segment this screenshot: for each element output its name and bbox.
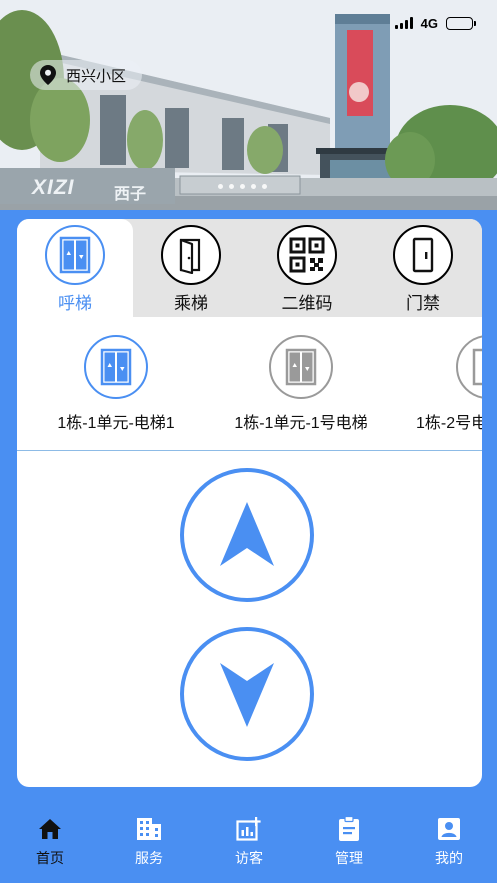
- nav-label: 首页: [36, 850, 64, 866]
- battery-icon: [446, 16, 476, 30]
- visitor-chart-icon: [209, 816, 289, 842]
- location-pin-icon: [40, 65, 56, 85]
- elevator-icon: [45, 225, 105, 285]
- elevator-icon: [84, 335, 148, 399]
- elevator-name: 1栋-1单元-1号电梯: [234, 415, 368, 432]
- signal-icon: [394, 17, 413, 29]
- nav-home[interactable]: 首页: [10, 816, 90, 868]
- tab-call-elevator[interactable]: 呼梯: [17, 219, 133, 317]
- nav-services[interactable]: 服务: [109, 816, 189, 868]
- header-banner-image[interactable]: XIZI 西子 4G 西兴小区: [0, 0, 497, 210]
- network-type: 4G: [420, 15, 438, 31]
- profile-icon: [409, 816, 489, 842]
- nav-label: 服务: [135, 850, 163, 866]
- status-bar: 4G: [394, 14, 476, 32]
- nav-visitors[interactable]: 访客: [209, 816, 289, 868]
- qr-code-icon: [277, 225, 337, 285]
- bottom-navigation: 首页 服务 访客 管理 我的: [0, 802, 497, 883]
- elevator-icon: [269, 335, 333, 399]
- elevator-item[interactable]: 1栋-2号电梯: [398, 335, 482, 433]
- tab-label: 二维码: [281, 294, 333, 313]
- carousel-dot[interactable]: [251, 184, 256, 189]
- home-icon: [10, 816, 90, 842]
- banner-brand-text: XIZI: [32, 176, 75, 199]
- carousel-dot[interactable]: [229, 184, 234, 189]
- elevator-list: 1栋-1单元-电梯1 1栋-1单元-1号电梯 1栋-2号电梯: [17, 317, 482, 451]
- carousel-dot[interactable]: [262, 184, 267, 189]
- clipboard-icon: [309, 816, 389, 842]
- nav-label: 我的: [435, 850, 463, 866]
- building-icon: [109, 816, 189, 842]
- elevator-item[interactable]: 1栋-1单元-电梯1: [26, 335, 206, 433]
- elevator-card: 呼梯 乘梯 二维码 门禁 1栋-1单元-电梯1 1栋-1单元-1号电梯 1栋-2…: [17, 219, 482, 787]
- nav-label: 访客: [235, 850, 263, 866]
- tab-access-control[interactable]: 门禁: [365, 219, 481, 317]
- tab-label: 门禁: [406, 294, 440, 313]
- door-open-icon: [161, 225, 221, 285]
- elevator-name: 1栋-2号电梯: [416, 415, 482, 432]
- call-down-button[interactable]: [180, 627, 314, 761]
- function-tabs: 呼梯 乘梯 二维码 门禁: [17, 219, 482, 317]
- location-name: 西兴小区: [66, 67, 127, 85]
- nav-profile[interactable]: 我的: [409, 816, 489, 868]
- carousel-indicator[interactable]: [218, 184, 267, 189]
- arrow-up-icon: [220, 502, 274, 566]
- call-up-button[interactable]: [180, 468, 314, 602]
- banner-brand-cn-text: 西子: [114, 186, 147, 203]
- elevator-icon: [456, 335, 482, 399]
- carousel-dot[interactable]: [218, 184, 223, 189]
- carousel-dot[interactable]: [240, 184, 245, 189]
- tab-label: 呼梯: [58, 294, 92, 313]
- location-selector[interactable]: 西兴小区: [30, 60, 143, 90]
- tab-label: 乘梯: [174, 294, 208, 313]
- tab-ride-elevator[interactable]: 乘梯: [133, 219, 249, 317]
- tab-qr-code[interactable]: 二维码: [249, 219, 365, 317]
- elevator-name: 1栋-1单元-电梯1: [57, 415, 175, 432]
- nav-management[interactable]: 管理: [309, 816, 389, 868]
- arrow-down-icon: [220, 663, 274, 727]
- nav-label: 管理: [335, 850, 363, 866]
- elevator-item[interactable]: 1栋-1单元-1号电梯: [211, 335, 391, 433]
- door-closed-icon: [393, 225, 453, 285]
